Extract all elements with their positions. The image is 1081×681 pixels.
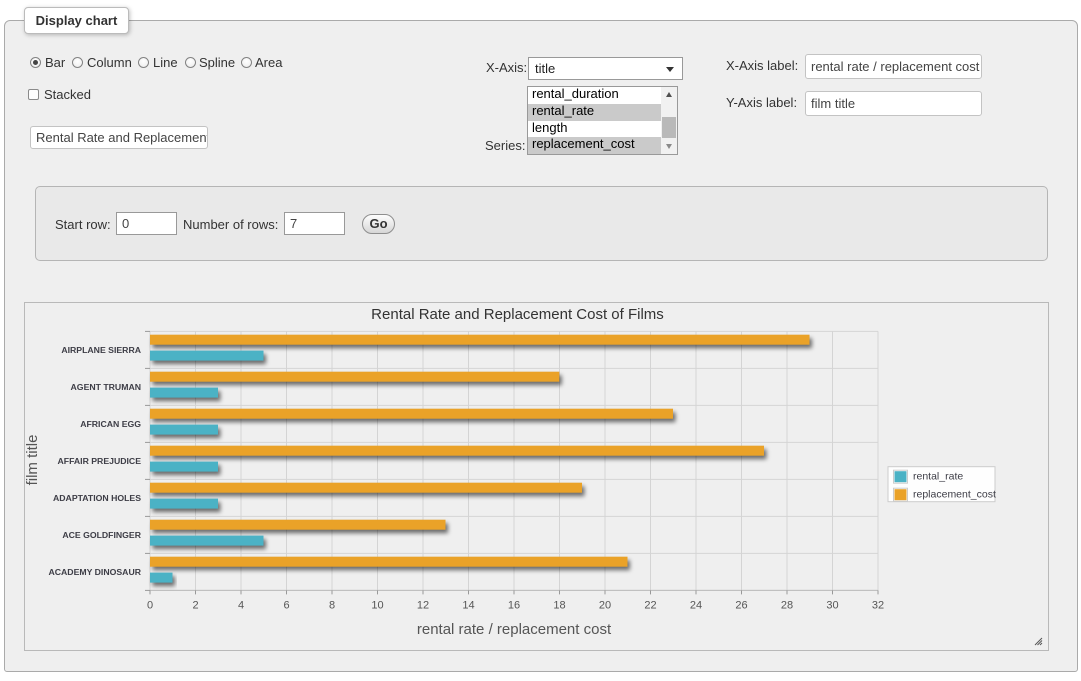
svg-text:AIRPLANE SIERRA: AIRPLANE SIERRA: [61, 345, 141, 355]
svg-text:2: 2: [192, 599, 198, 611]
svg-text:4: 4: [238, 599, 244, 611]
svg-text:AFRICAN EGG: AFRICAN EGG: [80, 419, 141, 429]
svg-text:28: 28: [781, 599, 793, 611]
svg-text:32: 32: [872, 599, 884, 611]
svg-text:14: 14: [462, 599, 474, 611]
svg-text:22: 22: [644, 599, 656, 611]
svg-text:film title: film title: [25, 435, 41, 486]
svg-text:6: 6: [283, 599, 289, 611]
svg-text:0: 0: [147, 599, 153, 611]
svg-text:ACADEMY DINOSAUR: ACADEMY DINOSAUR: [48, 567, 141, 577]
svg-text:18: 18: [553, 599, 565, 611]
svg-text:30: 30: [826, 599, 838, 611]
svg-text:26: 26: [735, 599, 747, 611]
svg-text:8: 8: [329, 599, 335, 611]
svg-text:replacement_cost: replacement_cost: [913, 489, 996, 501]
svg-text:rental rate / replacement cost: rental rate / replacement cost: [417, 621, 612, 638]
svg-text:20: 20: [599, 599, 611, 611]
svg-text:Rental Rate and Replacement Co: Rental Rate and Replacement Cost of Film…: [371, 306, 664, 323]
svg-text:ADAPTATION HOLES: ADAPTATION HOLES: [53, 493, 141, 503]
svg-text:rental_rate: rental_rate: [913, 471, 963, 483]
svg-text:AFFAIR PREJUDICE: AFFAIR PREJUDICE: [57, 456, 141, 466]
svg-text:10: 10: [371, 599, 383, 611]
svg-text:16: 16: [508, 599, 520, 611]
svg-text:ACE GOLDFINGER: ACE GOLDFINGER: [62, 530, 141, 540]
svg-text:12: 12: [417, 599, 429, 611]
svg-text:24: 24: [690, 599, 702, 611]
svg-text:AGENT TRUMAN: AGENT TRUMAN: [71, 382, 141, 392]
